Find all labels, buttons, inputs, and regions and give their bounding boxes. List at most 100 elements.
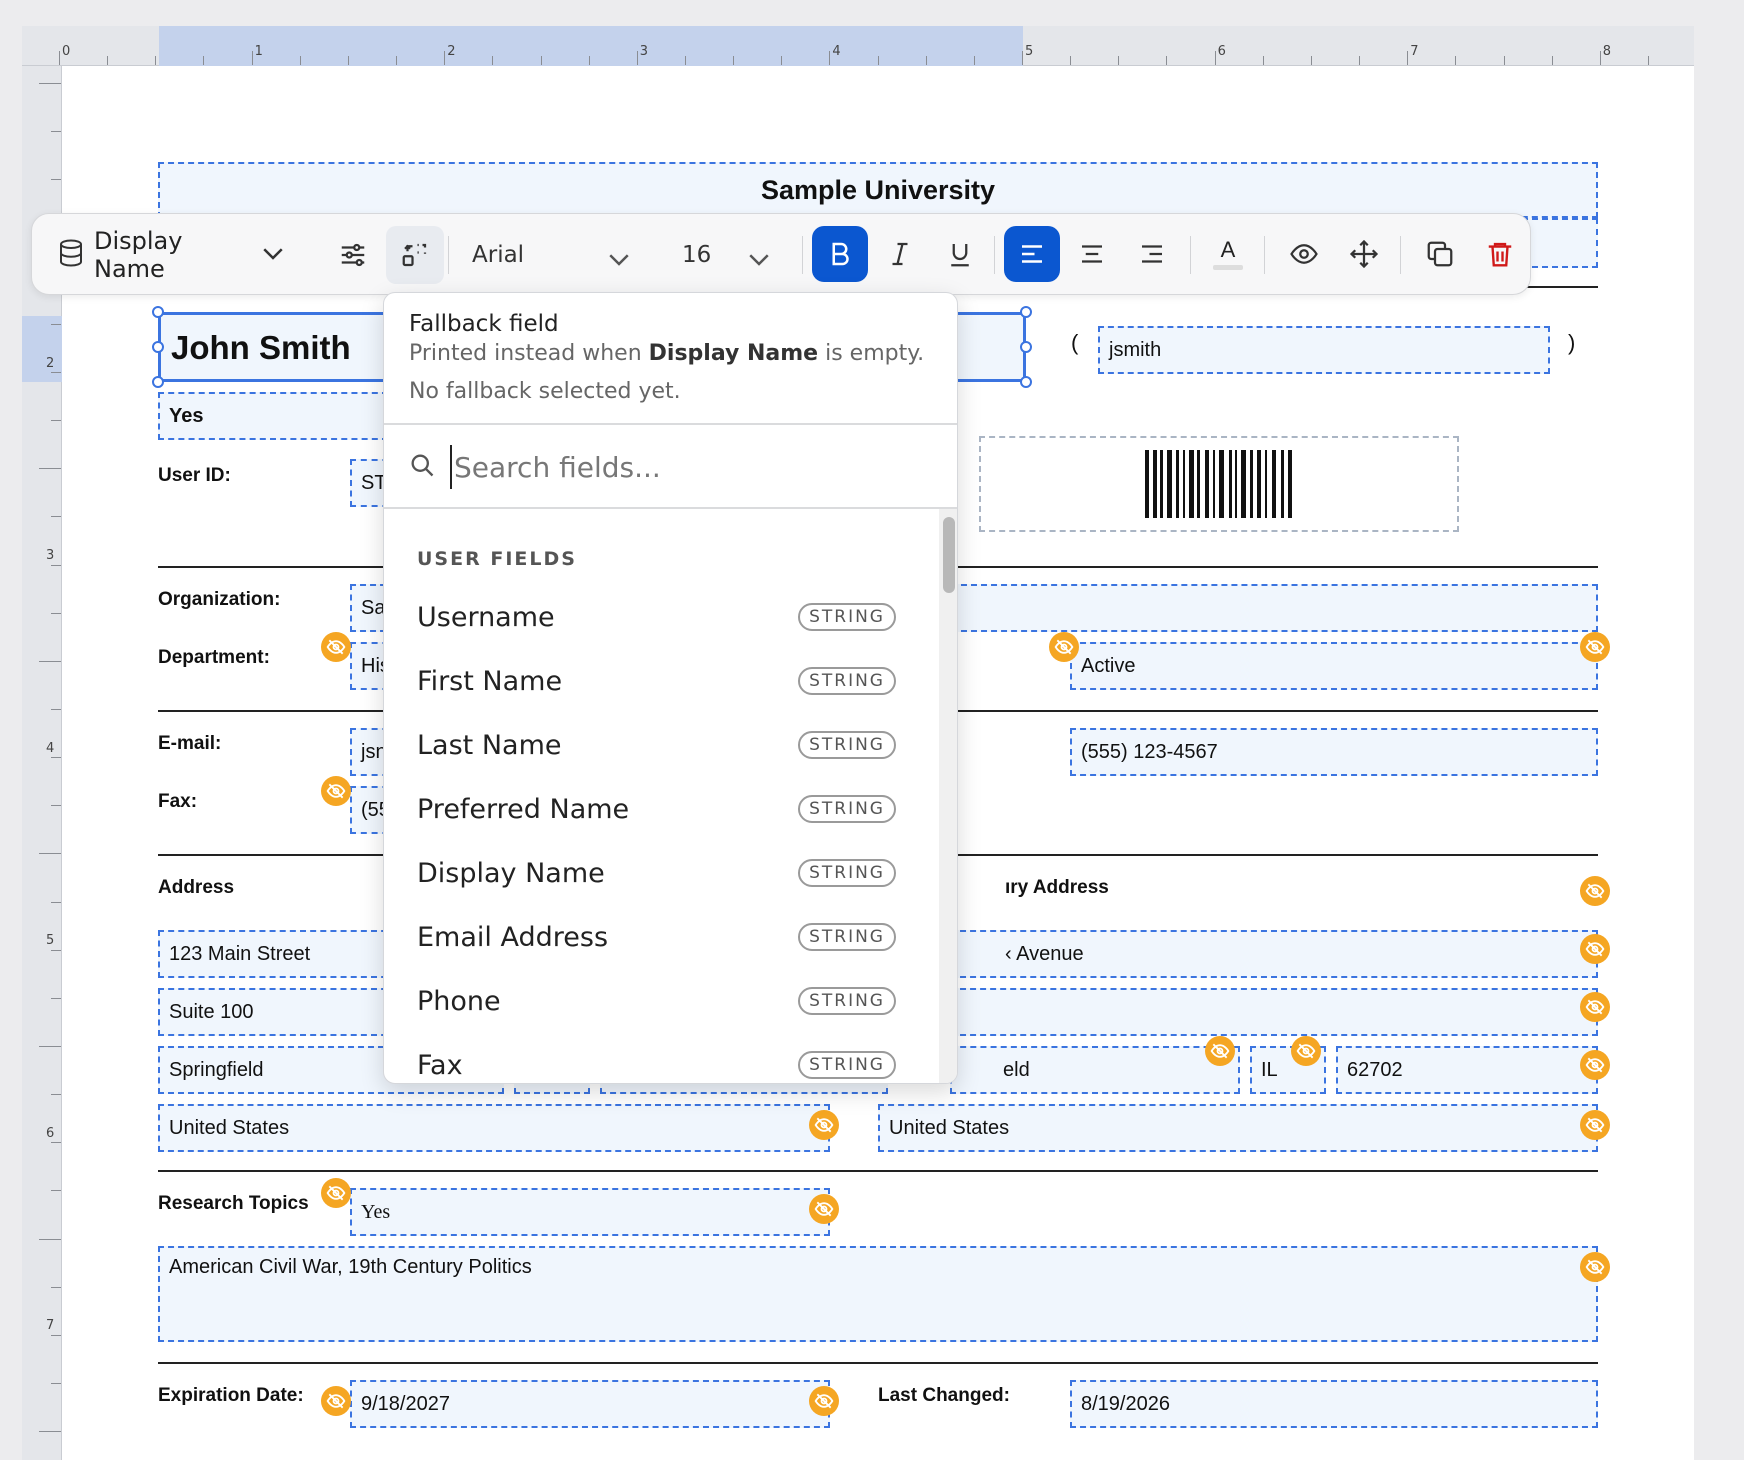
toolbar-separator: [802, 236, 803, 274]
field-type-badge: STRING: [798, 1051, 896, 1079]
field-option[interactable]: Username STRING: [384, 585, 944, 649]
ruler-selection-highlight: [159, 26, 1023, 66]
bold-icon: [832, 242, 849, 266]
bold-button[interactable]: [812, 226, 868, 282]
ruler-tick: [51, 1383, 61, 1385]
toolbar-separator: [448, 236, 449, 274]
scrollbar[interactable]: [939, 509, 957, 1083]
font-family-select[interactable]: Arial: [464, 230, 642, 280]
text-color-button[interactable]: A: [1200, 226, 1256, 282]
secondary-zip-text: 62702: [1347, 1058, 1403, 1081]
research-flag-field[interactable]: Yes: [350, 1188, 830, 1236]
eye-off-icon[interactable]: [1205, 1036, 1235, 1066]
eye-off-icon[interactable]: [1580, 1050, 1610, 1080]
resize-handle-br[interactable]: [1020, 376, 1032, 388]
align-center-button[interactable]: [1064, 226, 1120, 282]
eye-off-icon[interactable]: [809, 1194, 839, 1224]
title-field[interactable]: Sample University: [158, 162, 1598, 218]
expiration-field[interactable]: 9/18/2027: [350, 1380, 830, 1428]
resize-handle-tl[interactable]: [152, 306, 164, 318]
field-option[interactable]: Fax STRING: [384, 1033, 944, 1083]
status-field[interactable]: Active: [1070, 642, 1598, 690]
ruler-tick: [251, 51, 253, 65]
visibility-button[interactable]: [1276, 226, 1332, 282]
ruler-number: 4: [832, 44, 841, 59]
field-option[interactable]: Last Name STRING: [384, 713, 944, 777]
fallback-field-button[interactable]: [386, 226, 444, 284]
align-right-button[interactable]: [1124, 226, 1180, 282]
ruler-tick: [39, 1431, 61, 1433]
ruler-tick: [1551, 56, 1553, 65]
phone-field[interactable]: (555) 123-4567: [1070, 728, 1598, 776]
ruler-tick: [155, 56, 157, 65]
ruler-number: 7: [1410, 44, 1419, 59]
field-option[interactable]: Email Address STRING: [384, 905, 944, 969]
secondary-address-line1-text: ‹ Avenue: [1005, 942, 1084, 965]
research-topics-field[interactable]: American Civil War, 19th Century Politic…: [158, 1246, 1598, 1342]
eye-off-icon[interactable]: [1049, 632, 1079, 662]
font-family-value: Arial: [472, 242, 525, 268]
field-option[interactable]: Phone STRING: [384, 969, 944, 1033]
secondary-address-label: ıry Address: [1005, 877, 1109, 898]
secondary-zip-field[interactable]: 62702: [1336, 1046, 1598, 1094]
field-option[interactable]: First Name STRING: [384, 649, 944, 713]
ruler-tick: [107, 56, 109, 65]
ruler-tick: [203, 56, 205, 65]
research-flag-text: Yes: [361, 1200, 391, 1223]
underline-button[interactable]: [932, 226, 988, 282]
resize-handle-mr[interactable]: [1020, 341, 1032, 353]
eye-off-icon[interactable]: [809, 1110, 839, 1140]
country-field[interactable]: United States: [158, 1104, 830, 1152]
ruler-tick: [1407, 51, 1409, 65]
eye-off-icon[interactable]: [1580, 632, 1610, 662]
secondary-country-field[interactable]: United States: [878, 1104, 1598, 1152]
toolbar-separator: [994, 236, 995, 274]
move-button[interactable]: [1336, 226, 1392, 282]
username-field[interactable]: jsmith: [1098, 326, 1550, 374]
search-input[interactable]: [450, 445, 930, 489]
ruler-number: 2: [447, 44, 456, 59]
status-text: Active: [1081, 654, 1136, 677]
scrollbar-thumb[interactable]: [943, 517, 955, 593]
eye-off-icon[interactable]: [1580, 1110, 1610, 1140]
italic-icon: [892, 242, 908, 266]
eye-off-icon[interactable]: [1580, 876, 1610, 906]
field-option[interactable]: Preferred Name STRING: [384, 777, 944, 841]
last-changed-field[interactable]: 8/19/2026: [1070, 1380, 1598, 1428]
ruler-tick: [51, 1334, 61, 1336]
eye-off-icon[interactable]: [321, 1178, 351, 1208]
eye-off-icon[interactable]: [1580, 1252, 1610, 1282]
eye-off-icon[interactable]: [1291, 1036, 1321, 1066]
organization-text: Sa: [361, 596, 386, 619]
eye-off-icon[interactable]: [809, 1386, 839, 1416]
ruler-tick: [1070, 56, 1072, 65]
eye-off-icon[interactable]: [321, 632, 351, 662]
ruler-tick: [781, 56, 783, 65]
barcode-field[interactable]: [979, 436, 1459, 532]
search-bar: [384, 425, 957, 507]
italic-button[interactable]: [872, 226, 928, 282]
ruler-number: 6: [46, 1126, 55, 1141]
resize-handle-tr[interactable]: [1020, 306, 1032, 318]
delete-button[interactable]: [1472, 226, 1528, 282]
field-option[interactable]: Display Name STRING: [384, 841, 944, 905]
resize-handle-ml[interactable]: [152, 341, 164, 353]
sliders-button[interactable]: [328, 230, 378, 280]
secondary-address-line1-field[interactable]: ‹ Avenue: [950, 930, 1598, 978]
eye-off-icon[interactable]: [1580, 934, 1610, 964]
field-option-label: Fax: [417, 1049, 463, 1081]
secondary-city-field[interactable]: eld: [950, 1046, 1240, 1094]
ruler-tick: [51, 1094, 61, 1096]
eye-off-icon[interactable]: [321, 1386, 351, 1416]
duplicate-button[interactable]: [1412, 226, 1468, 282]
font-size-select[interactable]: 16: [674, 230, 782, 280]
align-left-button[interactable]: [1004, 226, 1060, 282]
secondary-address-line2-field[interactable]: [950, 988, 1598, 1036]
eye-off-icon[interactable]: [321, 776, 351, 806]
field-type-badge: STRING: [798, 603, 896, 631]
eye-off-icon[interactable]: [1580, 992, 1610, 1022]
ruler-tick: [39, 853, 61, 855]
yes-field[interactable]: Yes: [158, 392, 388, 440]
field-select-dropdown[interactable]: Display Name: [56, 227, 288, 283]
resize-handle-bl[interactable]: [152, 376, 164, 388]
